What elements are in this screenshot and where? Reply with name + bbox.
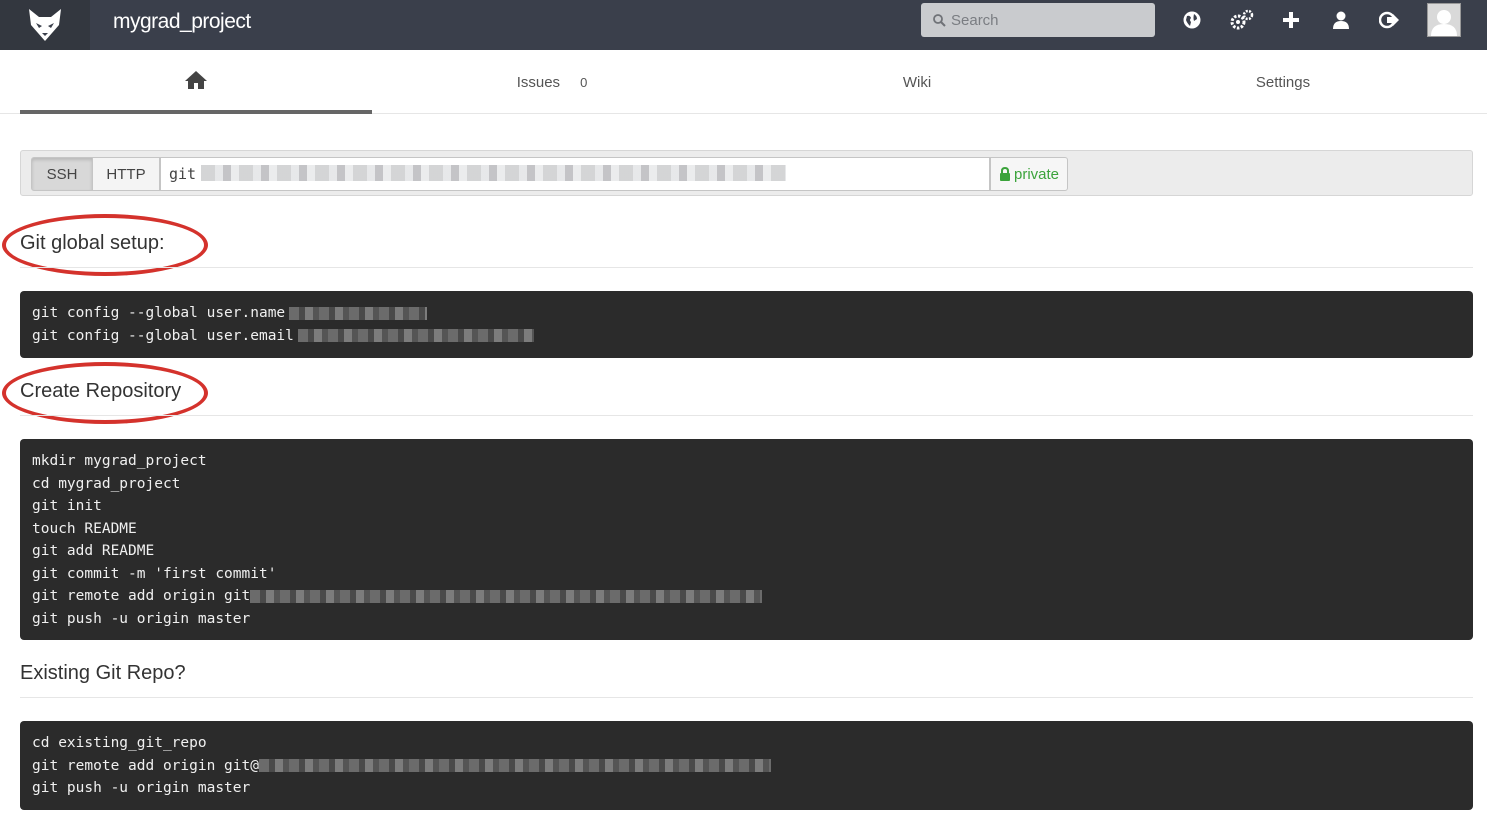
globe-icon[interactable] <box>1180 8 1204 32</box>
code-line: git push -u origin master <box>32 610 251 627</box>
code-line: touch README <box>32 520 137 537</box>
home-icon <box>185 71 207 89</box>
cogs-icon[interactable] <box>1230 8 1254 32</box>
issues-count-badge: 0 <box>580 74 588 90</box>
private-label: private <box>1013 165 1060 183</box>
code-line: cd mygrad_project <box>32 475 181 492</box>
search-box[interactable] <box>921 3 1155 37</box>
lock-icon <box>999 167 1010 181</box>
existing-repo-heading: Existing Git Repo? <box>20 662 186 684</box>
redacted-url <box>201 165 786 181</box>
code-line: git config --global user.email <box>32 325 1461 348</box>
private-badge: private <box>990 157 1068 191</box>
http-button[interactable]: HTTP <box>92 157 160 191</box>
search-icon <box>933 13 946 27</box>
code-line: git push -u origin master <box>32 780 251 796</box>
code-line: git init <box>32 498 102 514</box>
clone-url-bar: SSH HTTP private <box>20 150 1473 196</box>
code-line: git remote add origin git <box>32 585 1461 608</box>
code-line: mkdir mygrad_project <box>32 453 207 469</box>
code-line: git config --global user.name <box>32 302 1461 325</box>
global-setup-code-block[interactable]: git config --global user.name git config… <box>20 291 1473 358</box>
tab-wiki[interactable]: Wiki <box>732 50 1102 114</box>
section-divider <box>20 267 1473 268</box>
sign-out-icon[interactable] <box>1377 8 1401 32</box>
user-icon[interactable] <box>1329 8 1353 32</box>
project-title[interactable]: mygrad_project <box>113 0 251 44</box>
search-input[interactable] <box>951 11 1151 29</box>
create-repo-code-block[interactable]: mkdir mygrad_project cd mygrad_project g… <box>20 439 1473 640</box>
code-line: git add README <box>32 543 155 559</box>
plus-icon[interactable] <box>1279 8 1303 32</box>
avatar-silhouette-icon <box>1431 10 1457 36</box>
code-line: cd existing_git_repo <box>32 735 207 751</box>
code-line: git remote add origin git@ <box>32 755 1461 778</box>
tab-wiki-label: Wiki <box>902 73 932 91</box>
tab-issues-label: Issues <box>516 73 561 91</box>
top-navbar: mygrad_project <box>0 0 1487 50</box>
app-logo[interactable] <box>0 0 90 50</box>
tab-settings-label: Settings <box>1255 73 1311 91</box>
existing-repo-code-block[interactable]: cd existing_git_repo git remote add orig… <box>20 721 1473 810</box>
section-divider <box>20 697 1473 698</box>
section-divider <box>20 415 1473 416</box>
user-avatar[interactable] <box>1427 3 1461 37</box>
ssh-button[interactable]: SSH <box>31 157 93 191</box>
tab-issues[interactable]: Issues 0 <box>372 50 732 114</box>
code-line: git commit -m 'first commit' <box>32 565 277 582</box>
tab-settings[interactable]: Settings <box>1100 50 1466 114</box>
fox-logo-icon <box>29 9 61 41</box>
tab-home[interactable] <box>20 50 372 114</box>
project-tabs: Issues 0 Wiki Settings <box>0 50 1487 114</box>
